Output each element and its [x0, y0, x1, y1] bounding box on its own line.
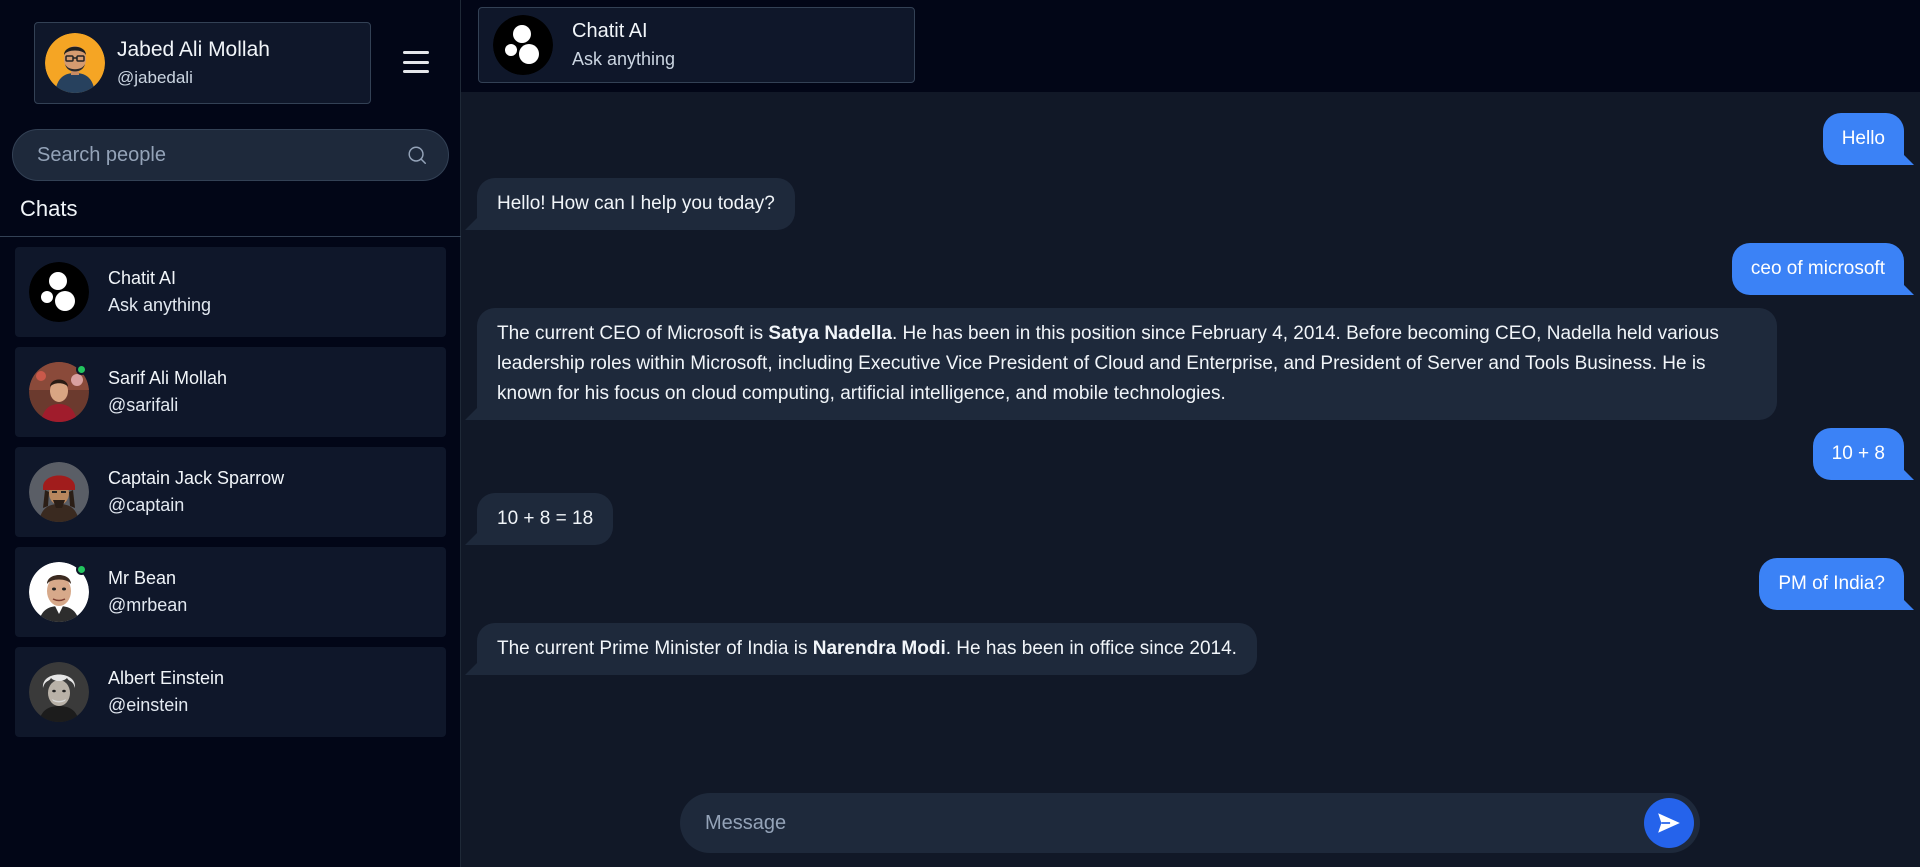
chat-item-captain-jack-sparrow[interactable]: Captain Jack Sparrow @captain: [15, 447, 446, 537]
chat-item-mr-bean[interactable]: Mr Bean @mrbean: [15, 547, 446, 637]
bot-message: 10 + 8 = 18: [464, 493, 614, 545]
message-text: The current Prime Minister of India is: [497, 638, 813, 659]
message-input[interactable]: [705, 811, 1644, 835]
profile-name: Jabed Ali Mollah: [117, 38, 270, 61]
ai-logo-icon: [493, 15, 553, 75]
profile-handle: @jabedali: [117, 68, 193, 87]
sidebar: Jabed Ali Mollah @jabedali Chats: [0, 0, 461, 867]
chat-name: Mr Bean: [108, 568, 177, 588]
chat-name: Chatit AI: [108, 268, 177, 288]
hamburger-menu-icon[interactable]: [403, 51, 429, 73]
send-icon: [1658, 813, 1680, 833]
user-message: PM of India?: [1759, 558, 1914, 610]
message-text: . He has been in office since 2014.: [945, 638, 1237, 659]
online-indicator: [76, 364, 87, 375]
online-indicator: [76, 564, 87, 575]
avatar: [29, 462, 89, 522]
search-bar: [12, 129, 449, 181]
message-text: The current CEO of Microsoft is: [497, 323, 769, 344]
chat-subtitle: @sarifali: [108, 395, 179, 415]
user-message: Hello: [1822, 113, 1915, 165]
chat-name: Sarif Ali Mollah: [108, 368, 228, 388]
avatar: [29, 662, 89, 722]
message-bold-text: Narendra Modi: [812, 638, 946, 659]
bot-message: The current Prime Minister of India is N…: [465, 623, 1257, 675]
search-icon[interactable]: [406, 144, 428, 166]
send-button[interactable]: [1644, 798, 1694, 848]
chat-header-bar: Chatit AI Ask anything: [461, 0, 1920, 92]
message-composer: [680, 793, 1700, 853]
chat-subtitle: @captain: [108, 495, 185, 515]
profile-card[interactable]: Jabed Ali Mollah @jabedali: [34, 22, 371, 104]
chat-subtitle: Ask anything: [108, 295, 212, 315]
bot-message: The current CEO of Microsoft is Satya Na…: [465, 308, 1777, 420]
bot-message: Hello! How can I help you today?: [465, 178, 795, 230]
chat-item-chatit-ai[interactable]: Chatit AI Ask anything: [15, 247, 446, 337]
chat-name: Albert Einstein: [108, 668, 225, 688]
chats-heading: Chats: [20, 196, 78, 221]
chat-item-sarif-ali-mollah[interactable]: Sarif Ali Mollah @sarifali: [15, 347, 446, 437]
user-message: 10 + 8: [1812, 428, 1915, 480]
user-message: ceo of microsoft: [1731, 243, 1915, 295]
search-input[interactable]: [37, 143, 406, 167]
chat-panel: Chatit AI Ask anything Hello Hello! How …: [461, 0, 1920, 867]
chat-header-subtitle: Ask anything: [572, 49, 676, 69]
chat-item-albert-einstein[interactable]: Albert Einstein @einstein: [15, 647, 446, 737]
chat-name: Captain Jack Sparrow: [108, 468, 285, 488]
divider: [0, 236, 461, 237]
chat-header-title: Chatit AI: [572, 20, 648, 42]
profile-avatar: [45, 33, 105, 93]
ai-logo-icon: [29, 262, 89, 322]
chat-header[interactable]: Chatit AI Ask anything: [478, 7, 915, 83]
chat-subtitle: @mrbean: [108, 595, 188, 615]
message-bold-text: Satya Nadella: [768, 323, 892, 344]
chat-subtitle: @einstein: [108, 695, 189, 715]
